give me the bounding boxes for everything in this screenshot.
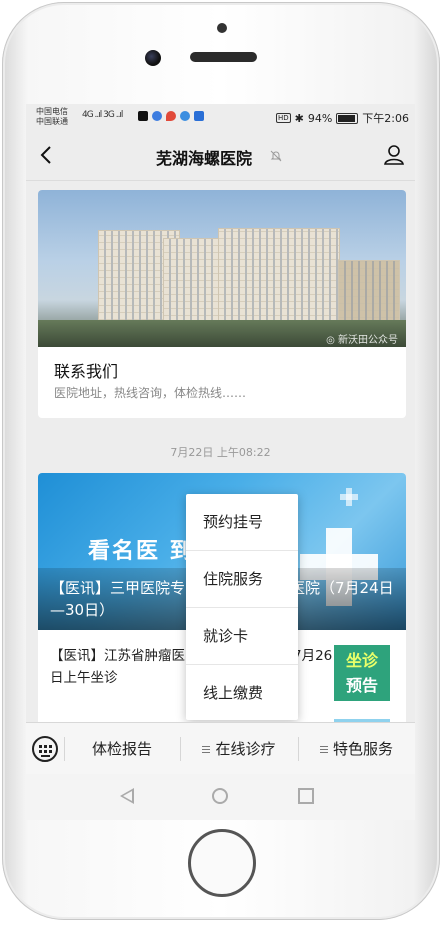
- popup-menu: 预约挂号 住院服务 就诊卡 线上缴费: [186, 494, 298, 720]
- proximity-sensor: [217, 23, 227, 33]
- menu-label-2: 在线诊疗: [215, 740, 276, 758]
- menu-item-appointment[interactable]: 预约挂号: [186, 494, 298, 551]
- hd-badge: HD: [275, 113, 291, 123]
- battery-icon: [336, 112, 359, 124]
- system-status: HD ✱ 94% 下午2:06: [275, 110, 409, 126]
- profile-icon[interactable]: [383, 144, 405, 166]
- system-nav-bar: [26, 774, 415, 820]
- mute-bell-icon: [270, 150, 282, 162]
- contact-title: 联系我们: [54, 362, 119, 381]
- screen: 中国电信 中国联通 4G ..ıl 3G ..ıl HD ✱ 94% 下午2:0…: [26, 104, 415, 820]
- notification-icons: [138, 111, 204, 121]
- carrier-1: 中国电信: [36, 107, 68, 116]
- watermark: ◎ 新沃田公众号: [326, 335, 398, 346]
- message-timestamp: 7月22日 上午08:22: [170, 446, 271, 459]
- home-button[interactable]: [188, 829, 256, 897]
- earpiece-speaker: [190, 52, 257, 62]
- menu-special-services[interactable]: 特色服务: [298, 723, 415, 775]
- consultation-badge: 坐诊 预告: [334, 645, 390, 701]
- carrier-2: 中国联通: [36, 117, 68, 126]
- submenu-icon: [319, 745, 328, 754]
- bottom-menu-bar: 体检报告 在线诊疗 特色服务: [26, 722, 415, 775]
- bluetooth-icon: ✱: [294, 111, 304, 125]
- badge-line-1: 坐诊: [345, 651, 378, 670]
- browser-icon: [152, 111, 162, 121]
- clock: 下午2:06: [362, 112, 409, 125]
- nav-recents-icon[interactable]: [298, 788, 314, 804]
- nav-back-icon[interactable]: [120, 788, 134, 804]
- carrier-names: 中国电信 中国联通: [36, 107, 68, 127]
- badge-line-2: 预告: [345, 676, 378, 695]
- chat-icon: [180, 111, 190, 121]
- menu-item-payment[interactable]: 线上缴费: [186, 665, 298, 721]
- nav-home-icon[interactable]: [212, 788, 228, 804]
- app-icon: [194, 111, 204, 121]
- contact-card[interactable]: ◎ 新沃田公众号 联系我们 医院地址，热线咨询，体检热线……: [38, 190, 406, 418]
- menu-item-card[interactable]: 就诊卡: [186, 608, 298, 665]
- building-right: [218, 228, 340, 330]
- small-cross-bar: [340, 494, 358, 500]
- page-title: 芜湖海螺医院: [156, 149, 253, 168]
- menu-label-3: 特色服务: [332, 740, 393, 758]
- signal-icon: 4G ..ıl 3G ..ıl: [82, 110, 123, 120]
- tiktok-icon: [138, 111, 148, 121]
- menu-online-consult[interactable]: 在线诊疗: [180, 723, 298, 775]
- back-arrow-icon[interactable]: [36, 144, 58, 166]
- map-pin-icon: [166, 111, 176, 121]
- keyboard-icon[interactable]: [32, 736, 58, 762]
- menu-label-1: 体检报告: [91, 740, 152, 758]
- menu-physical-report[interactable]: 体检报告: [64, 723, 180, 775]
- banner-text: 看名医 到: [88, 539, 194, 564]
- contact-subtitle: 医院地址，热线咨询，体检热线……: [54, 386, 247, 400]
- battery-percent: 94%: [307, 111, 333, 125]
- submenu-icon: [202, 745, 211, 754]
- chat-header: 芜湖海螺医院: [26, 132, 415, 181]
- status-bar: 中国电信 中国联通 4G ..ıl 3G ..ıl HD ✱ 94% 下午2:0…: [26, 104, 415, 132]
- front-camera: [145, 50, 161, 66]
- menu-item-inpatient[interactable]: 住院服务: [186, 551, 298, 608]
- hospital-building-image: ◎ 新沃田公众号: [38, 190, 406, 347]
